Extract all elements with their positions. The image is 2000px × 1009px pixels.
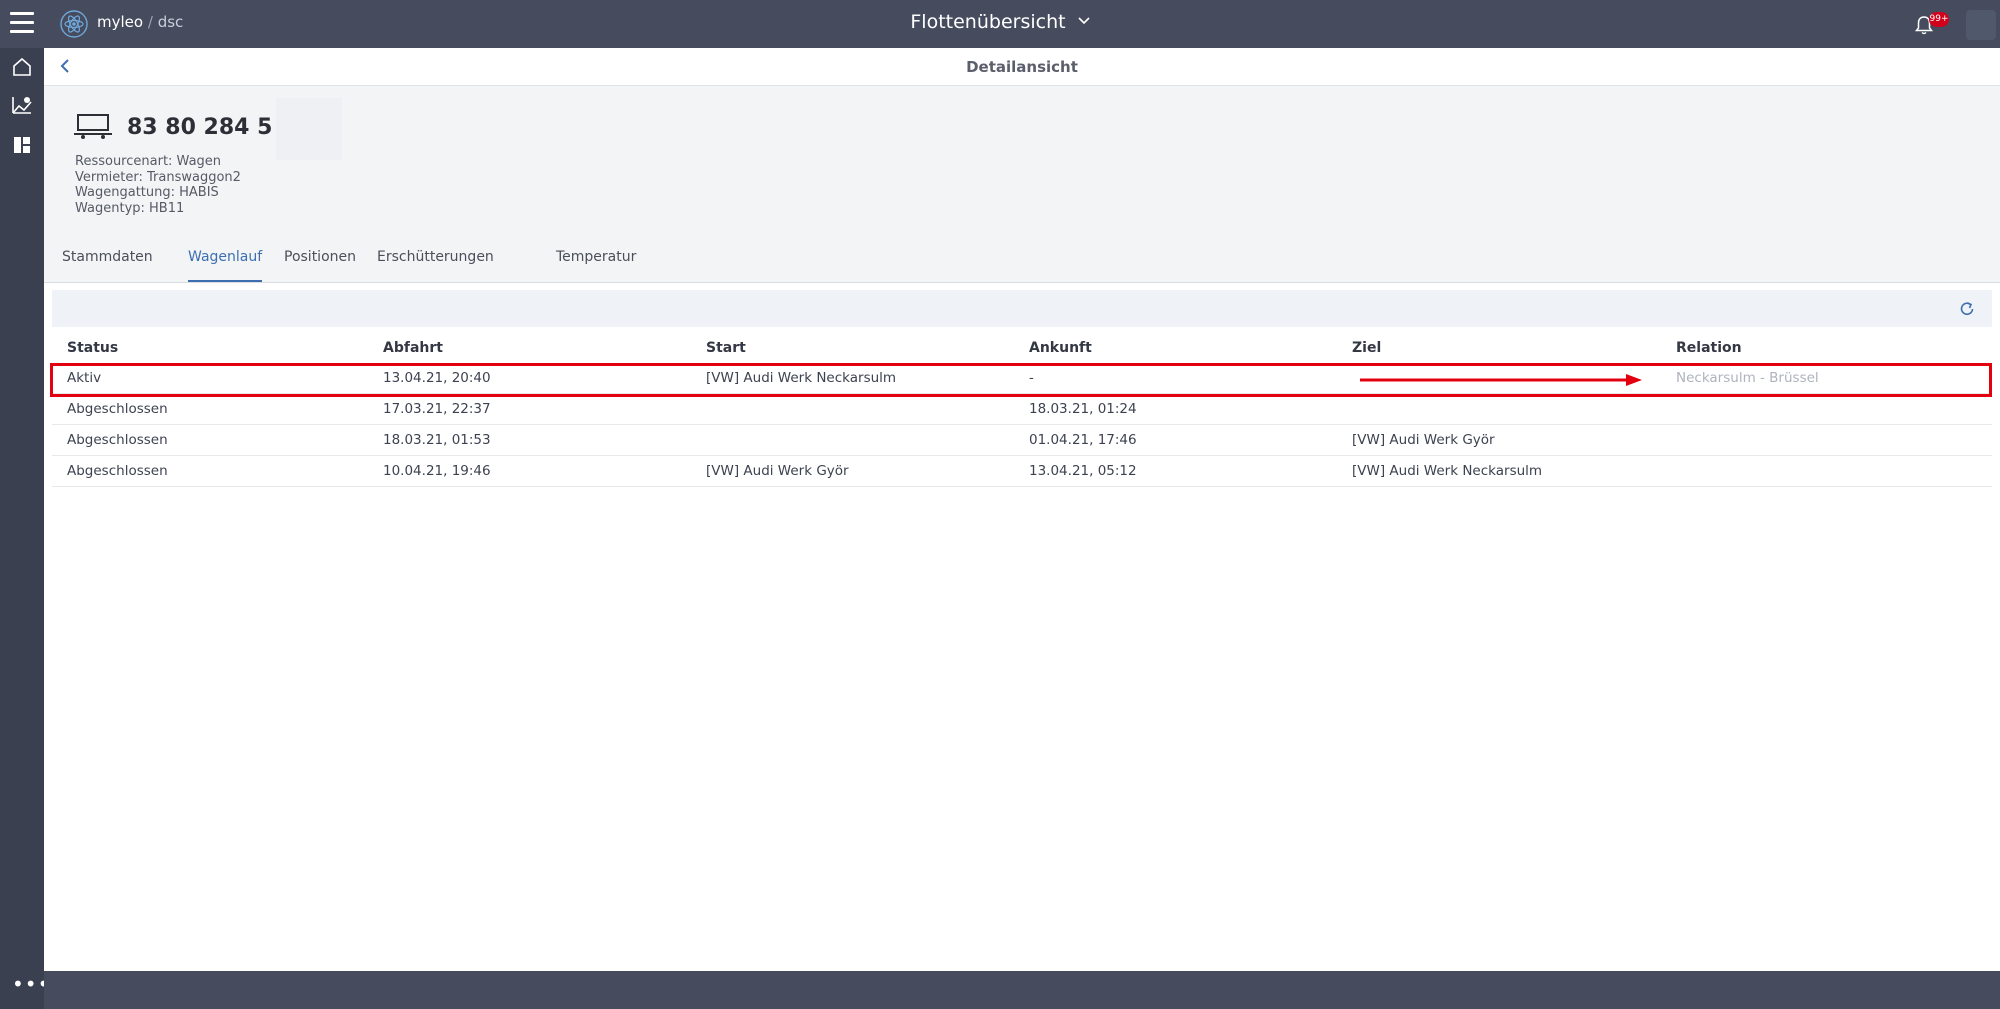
page-title: Detailansicht	[966, 58, 1078, 76]
cell-ziel: [VW] Audi Werk Györ	[1352, 432, 1495, 448]
table-toolbar	[52, 290, 1992, 327]
col-start[interactable]: Start	[706, 340, 746, 356]
tab-temperatur[interactable]: Temperatur	[556, 249, 636, 280]
trip-table: Status Abfahrt Start Ankunft Ziel Relati…	[52, 333, 1992, 487]
arrow-annotation	[1360, 374, 1642, 386]
col-ankunft[interactable]: Ankunft	[1029, 340, 1092, 356]
cell-status: Abgeschlossen	[67, 401, 168, 417]
tab-wagenlauf[interactable]: Wagenlauf	[188, 249, 263, 282]
cell-start: [VW] Audi Werk Györ	[706, 463, 849, 479]
cell-status: Abgeschlossen	[67, 463, 168, 479]
left-rail: •••	[0, 48, 49, 1009]
table-row[interactable]: Abgeschlossen 18.03.21, 01:53 01.04.21, …	[52, 425, 1992, 456]
top-bar: myleo / dsc Flottenübersicht 99+	[0, 0, 2000, 48]
cell-abfahrt: 17.03.21, 22:37	[383, 401, 491, 417]
notification-badge: 99+	[1929, 12, 1949, 27]
brand-name: myleo / dsc	[97, 13, 183, 31]
brand-secondary: dsc	[157, 13, 184, 31]
meta-wagon-type: Wagentyp: HB11	[75, 200, 185, 216]
hamburger-icon[interactable]	[10, 12, 34, 34]
sub-header: Detailansicht	[44, 48, 2000, 86]
chevron-down-icon	[1078, 17, 1090, 25]
cell-ankunft: 18.03.21, 01:24	[1029, 401, 1137, 417]
tab-stammdaten[interactable]: Stammdaten	[62, 249, 153, 280]
table-row[interactable]: Aktiv 13.04.21, 20:40 [VW] Audi Werk Nec…	[52, 363, 1992, 394]
cell-status: Aktiv	[67, 370, 102, 386]
cell-abfahrt: 10.04.21, 19:46	[383, 463, 491, 479]
footer-bar	[44, 971, 2000, 1009]
wagon-info-panel: 83 80 284 5 28 Ressourcenart: Wagen Verm…	[44, 86, 2000, 283]
refresh-icon[interactable]	[1958, 300, 1976, 318]
col-ziel[interactable]: Ziel	[1352, 340, 1381, 356]
cell-start: [VW] Audi Werk Neckarsulm	[706, 370, 897, 386]
table-header: Status Abfahrt Start Ankunft Ziel Relati…	[52, 333, 1992, 363]
meta-wagon-class: Wagengattung: HABIS	[75, 185, 219, 200]
cell-status: Abgeschlossen	[67, 432, 168, 448]
avatar[interactable]	[1966, 10, 1996, 40]
meta-resource-type: Ressourcenart: Wagen	[75, 154, 222, 169]
table-row[interactable]: Abgeschlossen 10.04.21, 19:46 [VW] Audi …	[52, 456, 1992, 487]
cell-ankunft: 13.04.21, 05:12	[1029, 463, 1137, 479]
atom-logo-icon[interactable]	[59, 9, 89, 39]
table-row[interactable]: Abgeschlossen 17.03.21, 22:37 18.03.21, …	[52, 394, 1992, 425]
tab-positionen[interactable]: Positionen	[284, 249, 356, 280]
map-pin-icon[interactable]	[11, 94, 33, 116]
wagon-meta: Ressourcenart: Wagen Vermieter: Transwag…	[75, 154, 241, 216]
cell-abfahrt: 18.03.21, 01:53	[383, 432, 491, 448]
col-relation[interactable]: Relation	[1676, 340, 1742, 356]
id-mask	[276, 98, 342, 160]
view-selector[interactable]: Flottenübersicht	[910, 11, 1090, 33]
meta-lessor: Vermieter: Transwaggon2	[75, 169, 241, 185]
col-abfahrt[interactable]: Abfahrt	[383, 340, 443, 356]
col-status[interactable]: Status	[67, 340, 118, 356]
brand-primary: myleo	[97, 13, 144, 31]
cell-relation: Neckarsulm - Brüssel	[1676, 370, 1819, 386]
brand-separator: /	[147, 13, 153, 31]
wagon-icon	[74, 114, 112, 139]
cell-abfahrt: 13.04.21, 20:40	[383, 370, 491, 386]
cell-ziel: [VW] Audi Werk Neckarsulm	[1352, 463, 1543, 479]
cell-ankunft: 01.04.21, 17:46	[1029, 432, 1137, 448]
dashboard-icon[interactable]	[11, 134, 33, 156]
view-title: Flottenübersicht	[910, 11, 1066, 33]
tab-erschuetterungen[interactable]: Erschütterungen	[377, 249, 494, 280]
cell-ankunft: -	[1029, 370, 1034, 386]
home-icon[interactable]	[11, 56, 33, 78]
